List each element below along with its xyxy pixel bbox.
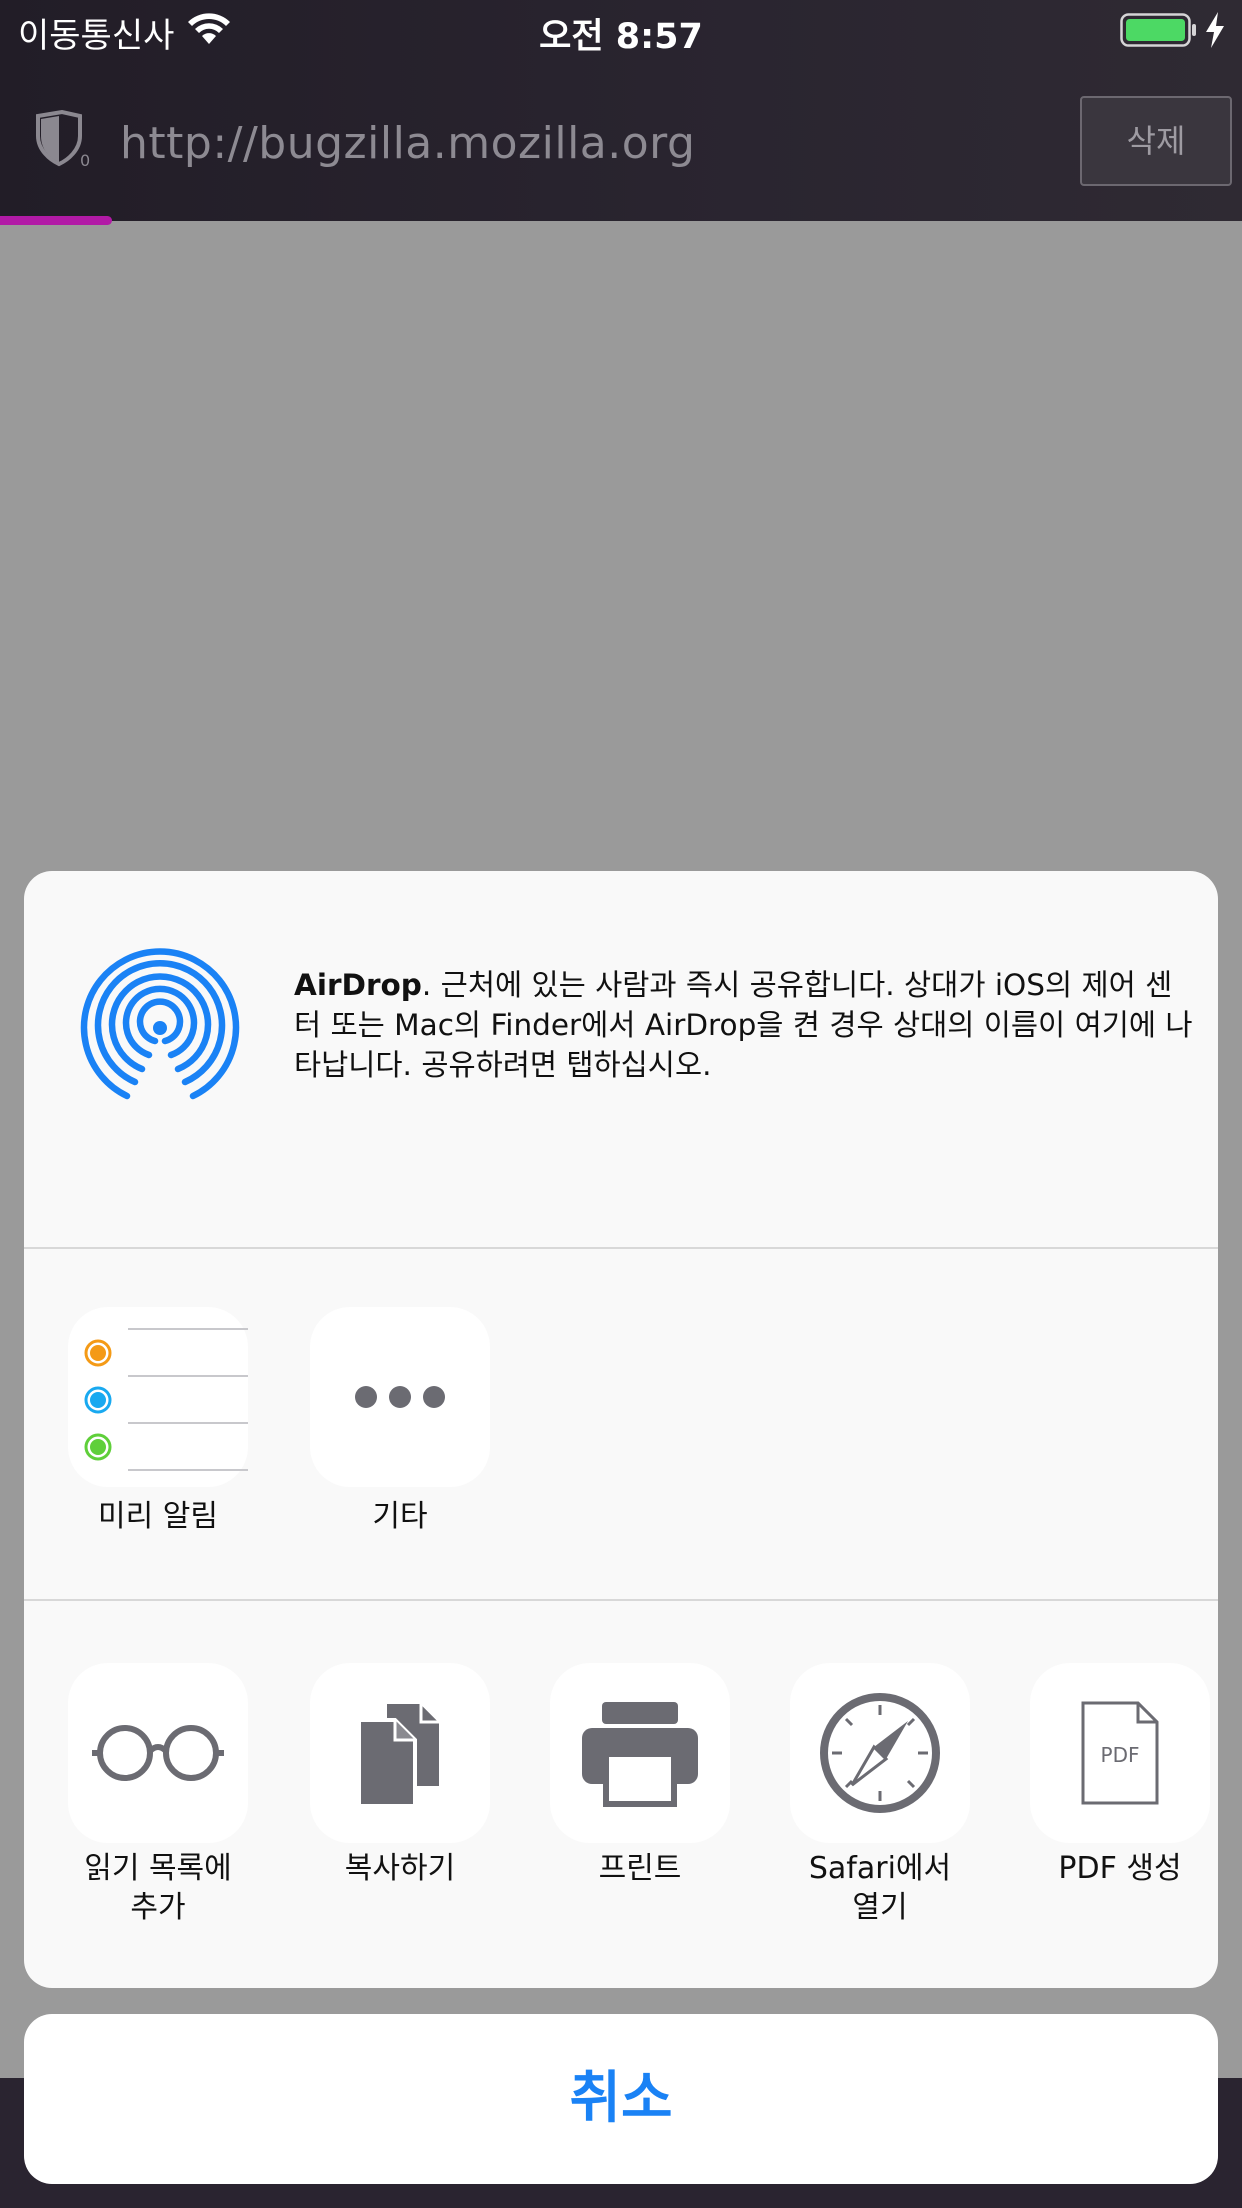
pdf-icon-text: PDF <box>1101 1743 1140 1767</box>
copy-label: 복사하기 <box>344 1851 456 1886</box>
battery-icon <box>1120 13 1196 47</box>
more-icon <box>355 1386 445 1408</box>
tracking-protection-shield-icon[interactable]: 0 <box>32 110 90 168</box>
copy-icon <box>357 1700 443 1808</box>
tracker-count: 0 <box>80 151 90 168</box>
print-tile[interactable] <box>550 1663 730 1843</box>
airdrop-icon <box>80 948 240 1100</box>
reminders-label: 미리 알림 <box>98 1499 218 1534</box>
reminders-icon <box>84 1328 248 1471</box>
apps-row: 미리 알림 기타 <box>24 1249 1218 1599</box>
charging-bolt-icon <box>1206 12 1224 48</box>
clock: 오전 8:57 <box>539 17 703 57</box>
delete-button[interactable]: 삭제 <box>1080 96 1232 186</box>
reading-list-label: 읽기 목록에 추가 <box>84 1851 232 1925</box>
actions-row: 읽기 목록에 추가 복사하기 프린트 Safari에서 열기 PDF PDF 생… <box>24 1601 1218 1988</box>
compass-icon <box>820 1693 940 1813</box>
browser-toolbar: 이동통신사 오전 8:57 0 http://bugzilla.mozilla.… <box>0 0 1242 225</box>
pdf-tile[interactable]: PDF <box>1030 1663 1210 1843</box>
url-text[interactable]: http://bugzilla.mozilla.org <box>120 118 695 169</box>
safari-label: Safari에서 열기 <box>808 1851 952 1925</box>
airdrop-description: AirDrop. 근처에 있는 사람과 즉시 공유합니다. 상대가 iOS의 제… <box>294 965 1194 1085</box>
airdrop-section[interactable]: AirDrop. 근처에 있는 사람과 즉시 공유합니다. 상대가 iOS의 제… <box>24 871 1218 1247</box>
pdf-icon: PDF <box>1081 1701 1159 1805</box>
more-tile[interactable] <box>310 1307 490 1487</box>
more-label: 기타 <box>372 1499 428 1534</box>
printer-icon <box>582 1702 698 1807</box>
pdf-label: PDF 생성 <box>1058 1851 1182 1886</box>
copy-tile[interactable] <box>310 1663 490 1843</box>
cancel-button[interactable]: 취소 <box>24 2014 1218 2184</box>
reminders-tile[interactable] <box>68 1307 248 1487</box>
share-sheet: AirDrop. 근처에 있는 사람과 즉시 공유합니다. 상대가 iOS의 제… <box>24 871 1218 1988</box>
safari-tile[interactable] <box>790 1663 970 1843</box>
airdrop-title: AirDrop <box>294 968 422 1002</box>
status-bar: 이동통신사 오전 8:57 <box>0 0 1242 60</box>
glasses-icon <box>92 1725 224 1781</box>
print-label: 프린트 <box>598 1851 682 1886</box>
url-bar[interactable]: 0 http://bugzilla.mozilla.org 삭제 <box>0 60 1242 220</box>
airdrop-body: . 근처에 있는 사람과 즉시 공유합니다. 상대가 iOS의 제어 센터 또는… <box>294 968 1193 1082</box>
page-load-progress-bar <box>0 216 112 225</box>
reading-list-tile[interactable] <box>68 1663 248 1843</box>
